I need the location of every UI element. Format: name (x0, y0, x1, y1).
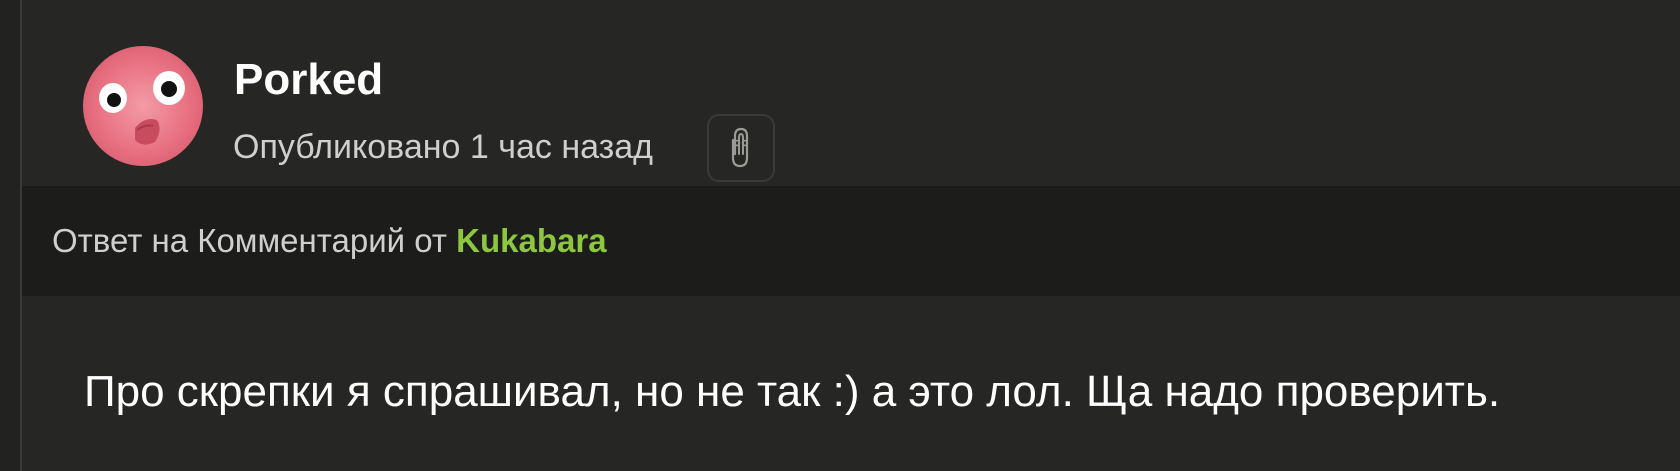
comment-page: Porked Опубликовано 1 час назад Ответ на… (0, 0, 1680, 471)
pink-bird-avatar-icon (83, 46, 203, 166)
reply-to-prefix: Ответ на Комментарий от (52, 222, 447, 259)
comment-body: Про скрепки я спрашивал, но не так :) а … (84, 367, 1501, 416)
comment: Porked Опубликовано 1 час назад Ответ на… (22, 0, 1680, 471)
reaction-button[interactable] (707, 114, 775, 182)
author-name[interactable]: Porked (234, 52, 383, 108)
published-time: Опубликовано 1 час назад (233, 128, 653, 166)
reply-to-text: Ответ на Комментарий от Kukabara (52, 220, 607, 262)
thread-indent-line (0, 0, 22, 471)
reply-to-bar: Ответ на Комментарий от Kukabara (22, 186, 1680, 296)
paperclip-icon (731, 127, 749, 168)
reply-to-author-link[interactable]: Kukabara (456, 222, 606, 259)
comment-header: Porked Опубликовано 1 час назад (22, 0, 1680, 186)
avatar[interactable] (83, 46, 203, 166)
